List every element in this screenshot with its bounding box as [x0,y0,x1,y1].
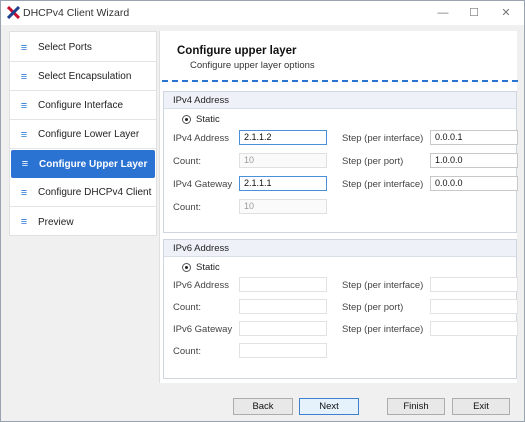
radio-label: Static [196,114,220,125]
ipv4-step-per-interface-label: Step (per interface) [342,133,424,144]
ipv4-gateway-step-field[interactable]: 0.0.0.0 [430,176,518,191]
finish-button[interactable]: Finish [387,398,445,415]
close-icon[interactable]: ✕ [490,1,522,25]
exit-button[interactable]: Exit [452,398,510,415]
ipv6-address-label: IPv6 Address [173,280,229,291]
ipv6-gateway-step-label: Step (per interface) [342,324,424,335]
minimize-icon[interactable]: — [427,1,459,25]
ipv6-count-label: Count: [173,302,201,313]
maximize-icon[interactable]: ☐ [458,1,490,25]
window-title: DHCPv4 Client Wizard [23,7,130,19]
menu-icon: ≡ [20,186,28,199]
ipv4-gateway-count-field[interactable]: 10 [239,199,327,214]
wizard-window: DHCPv4 Client Wizard — ☐ ✕ ≡ Select Port… [0,0,525,422]
ipv4-static-radio[interactable]: Static [182,114,220,125]
ipv6-step-per-interface-field[interactable] [430,277,518,292]
sidebar-item-configure-upper-layer[interactable]: ≡ Configure Upper Layer [11,150,155,178]
page-title: Configure upper layer [177,45,297,57]
menu-icon: ≡ [20,99,28,112]
next-button[interactable]: Next [299,398,359,415]
page-subtitle: Configure upper layer options [190,60,315,71]
sidebar-item-preview[interactable]: ≡ Preview [10,208,156,236]
radio-label: Static [196,262,220,273]
sidebar-item-select-ports[interactable]: ≡ Select Ports [10,34,156,62]
ipv6-static-radio[interactable]: Static [182,262,220,273]
ipv6-address-group: IPv6 Address Static IPv6 Address Step (p… [163,239,518,379]
ipv6-step-per-interface-label: Step (per interface) [342,280,424,291]
sidebar-item-select-encapsulation[interactable]: ≡ Select Encapsulation [10,63,156,91]
title-bar: DHCPv4 Client Wizard — ☐ ✕ [1,1,524,25]
sidebar-item-configure-lower-layer[interactable]: ≡ Configure Lower Layer [10,121,156,149]
ipv4-gateway-step-label: Step (per interface) [342,179,424,190]
divider [162,80,518,82]
radio-selected-icon [182,263,191,272]
ipv4-gateway-count-label: Count: [173,202,201,213]
ipv6-step-per-port-field[interactable] [430,299,518,314]
sidebar-item-label: Configure Upper Layer [39,158,148,170]
group-header: IPv4 Address [164,92,516,109]
sidebar-item-label: Preview [38,216,74,228]
sidebar-item-label: Select Ports [38,42,92,53]
menu-icon: ≡ [20,70,28,83]
ipv4-count-field[interactable]: 10 [239,153,327,168]
wizard-steps-sidebar: ≡ Select Ports ≡ Select Encapsulation ≡ … [9,31,157,236]
ipv4-gateway-label: IPv4 Gateway [173,179,233,190]
sidebar-item-configure-interface[interactable]: ≡ Configure Interface [10,92,156,120]
ipv4-step-per-port-label: Step (per port) [342,156,404,167]
ipv6-gateway-step-field[interactable] [430,321,518,336]
app-logo-icon [7,6,20,19]
sidebar-item-label: Configure Lower Layer [38,129,140,140]
ipv6-gateway-field[interactable] [239,321,327,336]
ipv6-step-per-port-label: Step (per port) [342,302,404,313]
menu-icon: ≡ [20,128,28,141]
menu-icon: ≡ [20,41,28,54]
ipv6-gateway-label: IPv6 Gateway [173,324,233,335]
main-panel: Configure upper layer Configure upper la… [159,31,518,383]
ipv4-address-label: IPv4 Address [173,133,229,144]
ipv4-step-per-port-field[interactable]: 1.0.0.0 [430,153,518,168]
back-button[interactable]: Back [233,398,293,415]
ipv6-address-field[interactable] [239,277,327,292]
ipv4-address-group: IPv4 Address Static IPv4 Address 2.1.1.2… [163,91,518,233]
ipv6-gateway-count-field[interactable] [239,343,327,358]
sidebar-item-configure-dhcpv4-client[interactable]: ≡ Configure DHCPv4 Client [10,179,156,207]
ipv4-step-per-interface-field[interactable]: 0.0.0.1 [430,130,518,145]
sidebar-item-label: Select Encapsulation [38,71,132,82]
sidebar-item-label: Configure DHCPv4 Client [38,187,152,198]
ipv6-gateway-count-label: Count: [173,346,201,357]
ipv4-address-field[interactable]: 2.1.1.2 [239,130,327,145]
menu-icon: ≡ [20,216,28,228]
ipv4-gateway-field[interactable]: 2.1.1.1 [239,176,327,191]
menu-icon: ≡ [21,158,29,170]
group-header: IPv6 Address [164,240,516,257]
ipv4-count-label: Count: [173,156,201,167]
radio-selected-icon [182,115,191,124]
ipv6-count-field[interactable] [239,299,327,314]
sidebar-item-label: Configure Interface [38,100,124,111]
